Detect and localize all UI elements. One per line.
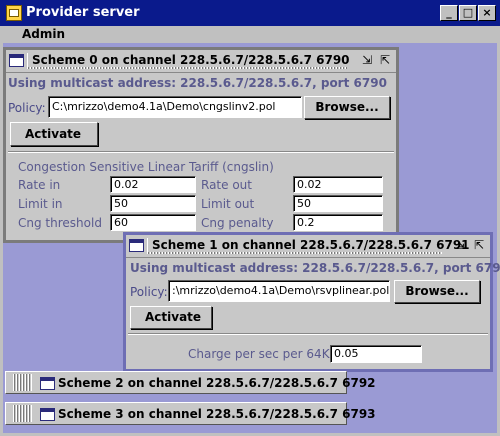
provider-server-window: Provider server _ □ × Admin Scheme 0 on …: [0, 0, 500, 436]
limit-out-label: Limit out: [201, 197, 255, 211]
limit-in-label: Limit in: [18, 197, 63, 211]
limit-in-field[interactable]: 50: [110, 195, 196, 212]
charge-field[interactable]: 0.05: [330, 345, 422, 363]
separator: [8, 151, 394, 153]
scheme0-activate-button[interactable]: Activate: [10, 122, 98, 146]
cng-threshold-label: Cng threshold: [18, 216, 102, 230]
title-grip: [12, 405, 32, 422]
scheme1-browse-button[interactable]: Browse...: [394, 280, 480, 303]
maximize-icon[interactable]: ⇱: [378, 53, 392, 67]
scheme0-title: Scheme 0 on channel 228.5.6.7/228.5.6.7 …: [28, 53, 354, 67]
title-grip: [12, 374, 32, 391]
internal-frame-icon: [129, 239, 144, 252]
separator: [128, 333, 488, 335]
rate-out-label: Rate out: [201, 178, 252, 192]
rate-in-field[interactable]: 0.02: [110, 176, 196, 193]
maximize-button[interactable]: □: [459, 5, 477, 21]
app-icon: [6, 5, 22, 21]
scheme0-policy-field[interactable]: C:\mrizzo\demo4.1a\Demo\cngslinv2.pol: [48, 96, 302, 118]
cng-penalty-field[interactable]: 0.2: [293, 214, 383, 231]
scheme3-title: Scheme 3 on channel 228.5.6.7/228.5.6.7 …: [58, 407, 376, 421]
rate-out-field[interactable]: 0.02: [293, 176, 383, 193]
rate-in-label: Rate in: [18, 178, 61, 192]
scheme1-titlebar[interactable]: Scheme 1 on channel 228.5.6.7/228.5.6.7 …: [126, 235, 490, 258]
scheme0-multicast-info: Using multicast address: 228.5.6.7/228.5…: [8, 76, 387, 90]
charge-label: Charge per sec per 64K:: [188, 347, 334, 361]
scheme0-frame: Scheme 0 on channel 228.5.6.7/228.5.6.7 …: [3, 47, 399, 243]
cng-threshold-field[interactable]: 60: [110, 214, 196, 231]
scheme0-titlebar[interactable]: Scheme 0 on channel 228.5.6.7/228.5.6.7 …: [6, 50, 396, 73]
scheme1-title: Scheme 1 on channel 228.5.6.7/228.5.6.7 …: [148, 238, 474, 252]
scheme1-multicast-info: Using multicast address: 228.5.6.7/228.5…: [130, 261, 500, 275]
menu-bar: Admin: [0, 26, 500, 43]
scheme1-frame: Scheme 1 on channel 228.5.6.7/228.5.6.7 …: [123, 232, 500, 372]
scheme0-browse-button[interactable]: Browse...: [304, 96, 390, 119]
desktop-pane: Scheme 0 on channel 228.5.6.7/228.5.6.7 …: [3, 43, 500, 433]
menu-admin[interactable]: Admin: [22, 27, 65, 41]
scheme1-policy-field[interactable]: :\mrizzo\demo4.1a\Demo\rsvplinear.pol: [168, 280, 390, 302]
window-title: Provider server: [26, 5, 140, 20]
minimize-button[interactable]: _: [440, 5, 458, 21]
tariff-title: Congestion Sensitive Linear Tariff (cngs…: [18, 160, 274, 174]
scheme3-minimized[interactable]: Scheme 3 on channel 228.5.6.7/228.5.6.7 …: [5, 402, 376, 425]
iconify-icon[interactable]: ⇲: [360, 53, 374, 67]
maximize-icon[interactable]: ⇱: [472, 238, 486, 252]
internal-frame-icon: [9, 54, 24, 67]
scheme2-minimized[interactable]: Scheme 2 on channel 228.5.6.7/228.5.6.7 …: [5, 371, 376, 394]
internal-frame-icon: [40, 408, 55, 421]
scheme1-activate-button[interactable]: Activate: [130, 306, 212, 329]
scheme1-policy-label: Policy:: [130, 285, 168, 299]
limit-out-field[interactable]: 50: [293, 195, 383, 212]
internal-frame-icon: [40, 377, 55, 390]
iconify-icon[interactable]: ⇲: [454, 238, 468, 252]
scheme0-policy-label: Policy:: [8, 101, 46, 115]
cng-penalty-label: Cng penalty: [201, 216, 274, 230]
scheme2-title: Scheme 2 on channel 228.5.6.7/228.5.6.7 …: [58, 376, 376, 390]
close-button[interactable]: ×: [478, 5, 496, 21]
window-titlebar[interactable]: Provider server _ □ ×: [0, 0, 500, 26]
